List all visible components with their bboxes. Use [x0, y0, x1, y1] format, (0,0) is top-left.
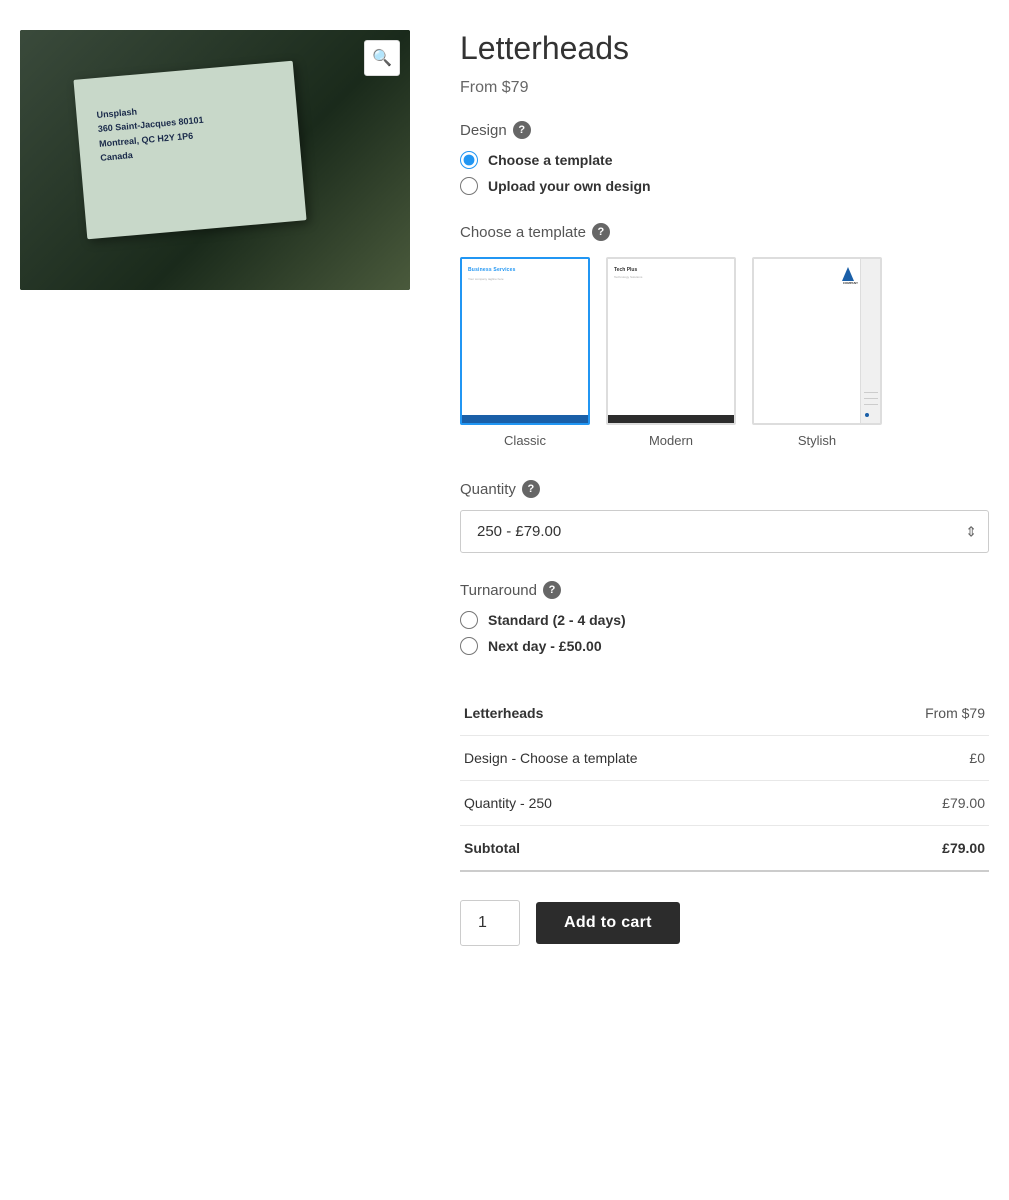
- cart-quantity-input[interactable]: 1: [460, 900, 520, 946]
- summary-label-product: Letterheads: [460, 691, 845, 736]
- summary-value-design: £0: [845, 736, 989, 781]
- quantity-select[interactable]: 250 - £79.00 500 - £99.00 1000 - £129.00: [460, 510, 989, 553]
- design-label-upload-own: Upload your own design: [488, 178, 651, 194]
- design-option-choose-template[interactable]: Choose a template: [460, 151, 989, 169]
- stylish-company: COMPANY: [843, 281, 858, 285]
- stylish-sidebar-line3: [864, 404, 878, 405]
- summary-row-quantity: Quantity - 250 £79.00: [460, 781, 989, 826]
- template-inner-modern: Tech Plus Technology Solutions: [608, 259, 734, 423]
- summary-row-subtotal: Subtotal £79.00: [460, 826, 989, 872]
- turnaround-section: Turnaround ? Standard (2 - 4 days) Next …: [460, 581, 989, 655]
- stylish-sidebar-line1: [864, 392, 878, 393]
- template-name-stylish: Stylish: [798, 433, 836, 448]
- product-image-column: Unsplash 360 Saint-Jacques 80101 Montrea…: [20, 30, 410, 290]
- zoom-button[interactable]: 🔍: [364, 40, 400, 76]
- templates-grid: Business Services Your company tagline h…: [460, 257, 989, 448]
- summary-value-subtotal: £79.00: [845, 826, 989, 872]
- stylish-sidebar: [860, 259, 880, 423]
- design-section: Design ? Choose a template Upload your o…: [460, 121, 989, 195]
- envelope-address: Unsplash 360 Saint-Jacques 80101 Montrea…: [96, 99, 207, 166]
- turnaround-option-next-day[interactable]: Next day - £50.00: [460, 637, 989, 655]
- summary-label-subtotal: Subtotal: [460, 826, 845, 872]
- design-radio-choose-template[interactable]: [460, 151, 478, 169]
- zoom-icon: 🔍: [372, 48, 392, 68]
- summary-row-product: Letterheads From $79: [460, 691, 989, 736]
- turnaround-help-icon[interactable]: ?: [543, 581, 561, 599]
- template-section-label: Choose a template ?: [460, 223, 989, 241]
- stylish-dot: [865, 413, 869, 417]
- template-preview-classic: Business Services Your company tagline h…: [460, 257, 590, 425]
- modern-subtext: Technology Solutions: [608, 273, 734, 279]
- product-layout: Unsplash 360 Saint-Jacques 80101 Montrea…: [20, 30, 989, 946]
- template-preview-stylish: COMPANY: [752, 257, 882, 425]
- classic-subtext: Your company tagline here: [462, 273, 588, 285]
- quantity-section-label: Quantity ?: [460, 480, 989, 498]
- turnaround-label-standard: Standard (2 - 4 days): [488, 612, 626, 628]
- product-title: Letterheads: [460, 30, 989, 67]
- envelope-graphic: Unsplash 360 Saint-Jacques 80101 Montrea…: [73, 61, 306, 240]
- quantity-section: Quantity ? 250 - £79.00 500 - £99.00 100…: [460, 480, 989, 553]
- quantity-help-icon[interactable]: ?: [522, 480, 540, 498]
- page-container: Unsplash 360 Saint-Jacques 80101 Montrea…: [0, 0, 1009, 976]
- classic-header-text: Business Services: [462, 259, 588, 273]
- product-details-column: Letterheads From $79 Design ? Choose a t…: [460, 30, 989, 946]
- design-label-choose-template: Choose a template: [488, 152, 612, 168]
- stylish-sidebar-line2: [864, 398, 878, 399]
- template-inner-classic: Business Services Your company tagline h…: [462, 259, 588, 423]
- design-option-upload-own[interactable]: Upload your own design: [460, 177, 989, 195]
- summary-label-design: Design - Choose a template: [460, 736, 845, 781]
- classic-footer: [462, 415, 588, 423]
- template-card-stylish[interactable]: COMPANY Stylish: [752, 257, 882, 448]
- design-help-icon[interactable]: ?: [513, 121, 531, 139]
- summary-value-product: From $79: [845, 691, 989, 736]
- design-radio-upload-own[interactable]: [460, 177, 478, 195]
- modern-header-text: Tech Plus: [608, 259, 734, 273]
- summary-value-quantity: £79.00: [845, 781, 989, 826]
- turnaround-radio-standard[interactable]: [460, 611, 478, 629]
- template-help-icon[interactable]: ?: [592, 223, 610, 241]
- product-image-wrapper: Unsplash 360 Saint-Jacques 80101 Montrea…: [20, 30, 410, 290]
- cart-row: 1 Add to cart: [460, 900, 989, 946]
- turnaround-label-next-day: Next day - £50.00: [488, 638, 602, 654]
- quantity-select-wrapper: 250 - £79.00 500 - £99.00 1000 - £129.00…: [460, 510, 989, 553]
- add-to-cart-button[interactable]: Add to cart: [536, 902, 680, 944]
- template-name-classic: Classic: [504, 433, 546, 448]
- design-section-label: Design ?: [460, 121, 989, 139]
- template-inner-stylish: COMPANY: [754, 259, 880, 423]
- product-image-bg: Unsplash 360 Saint-Jacques 80101 Montrea…: [20, 30, 410, 290]
- template-card-classic[interactable]: Business Services Your company tagline h…: [460, 257, 590, 448]
- template-section: Choose a template ? Business Services Yo…: [460, 223, 989, 448]
- summary-row-design: Design - Choose a template £0: [460, 736, 989, 781]
- turnaround-option-standard[interactable]: Standard (2 - 4 days): [460, 611, 989, 629]
- modern-footer: [608, 415, 734, 423]
- template-card-modern[interactable]: Tech Plus Technology Solutions Modern: [606, 257, 736, 448]
- product-price: From $79: [460, 79, 989, 97]
- summary-label-quantity: Quantity - 250: [460, 781, 845, 826]
- turnaround-radio-next-day[interactable]: [460, 637, 478, 655]
- summary-table: Letterheads From $79 Design - Choose a t…: [460, 691, 989, 872]
- template-preview-modern: Tech Plus Technology Solutions: [606, 257, 736, 425]
- turnaround-section-label: Turnaround ?: [460, 581, 989, 599]
- template-name-modern: Modern: [649, 433, 693, 448]
